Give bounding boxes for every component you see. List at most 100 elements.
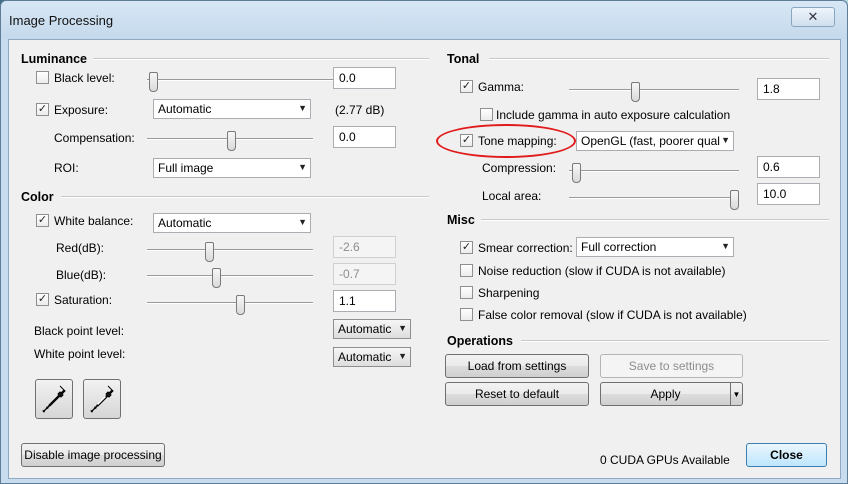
luminance-divider <box>93 58 429 60</box>
white-balance-mode-value: Automatic <box>158 216 212 230</box>
chevron-down-icon: ▼ <box>298 162 307 172</box>
black-level-checkbox[interactable] <box>36 71 49 84</box>
compression-input[interactable]: 0.6 <box>757 156 820 178</box>
checkmark-icon: ✓ <box>461 80 472 92</box>
black-point-label: Black point level: <box>34 324 125 338</box>
dialog-client-area: Luminance Black level: 0.0 ✓ Exposure: A… <box>8 39 841 479</box>
tonal-divider <box>489 58 829 60</box>
cuda-status-text: 0 CUDA GPUs Available <box>600 453 730 467</box>
include-gamma-checkbox[interactable] <box>480 108 493 121</box>
red-db-label: Red(dB): <box>56 241 105 255</box>
gamma-input[interactable]: 1.8 <box>757 78 820 100</box>
exposure-label: Exposure: <box>54 103 109 117</box>
chevron-down-icon: ▼ <box>298 103 307 113</box>
local-area-slider-thumb[interactable] <box>730 190 739 210</box>
operations-divider <box>521 340 829 342</box>
red-db-slider-thumb[interactable] <box>205 242 214 262</box>
white-point-picker-button[interactable] <box>83 379 121 419</box>
saturation-input[interactable]: 1.1 <box>333 290 396 312</box>
white-balance-mode-select[interactable]: Automatic ▼ <box>153 213 311 233</box>
close-icon: ✕ <box>807 9 819 24</box>
black-point-picker-button[interactable] <box>35 379 73 419</box>
color-divider <box>61 196 429 198</box>
checkmark-icon: ✓ <box>37 214 48 226</box>
red-db-input: -2.6 <box>333 236 396 258</box>
compensation-input[interactable]: 0.0 <box>333 126 396 148</box>
blue-db-label: Blue(dB): <box>56 268 107 282</box>
tone-mapping-mode-select[interactable]: OpenGL (fast, poorer qual ▼ <box>576 131 734 151</box>
tone-mapping-checkbox[interactable]: ✓ <box>460 134 473 147</box>
color-section-title: Color <box>21 190 54 204</box>
smear-correction-checkbox[interactable]: ✓ <box>460 241 473 254</box>
blue-db-slider-thumb[interactable] <box>212 268 221 288</box>
eyedropper-black-icon <box>42 385 66 413</box>
include-gamma-label: Include gamma in auto exposure calculati… <box>496 108 731 122</box>
blue-db-input: -0.7 <box>333 263 396 285</box>
smear-correction-value: Full correction <box>581 240 657 254</box>
luminance-section-title: Luminance <box>21 52 87 66</box>
title-bar[interactable]: Image Processing ✕ <box>1 1 847 39</box>
image-processing-window: Image Processing ✕ Luminance Black level… <box>0 0 848 484</box>
black-level-slider[interactable] <box>147 72 333 92</box>
roi-value: Full image <box>158 161 214 175</box>
black-level-input[interactable]: 0.0 <box>333 67 396 89</box>
noise-reduction-label: Noise reduction (slow if CUDA is not ava… <box>478 264 726 278</box>
saturation-slider[interactable] <box>147 295 313 315</box>
close-button[interactable]: Close <box>746 443 827 467</box>
compression-label: Compression: <box>482 161 557 175</box>
white-balance-label: White balance: <box>54 214 134 228</box>
false-color-removal-checkbox[interactable] <box>460 308 473 321</box>
black-level-label: Black level: <box>54 71 115 85</box>
compression-slider-thumb[interactable] <box>572 163 581 183</box>
red-db-slider[interactable] <box>147 242 313 262</box>
load-from-settings-button[interactable]: Load from settings <box>445 354 589 378</box>
apply-button[interactable]: Apply <box>600 382 731 406</box>
gamma-slider[interactable] <box>569 82 739 102</box>
black-point-value: Automatic <box>338 322 392 336</box>
noise-reduction-checkbox[interactable] <box>460 264 473 277</box>
sharpening-label: Sharpening <box>478 286 540 300</box>
blue-db-slider[interactable] <box>147 268 313 288</box>
exposure-mode-select[interactable]: Automatic ▼ <box>153 99 311 119</box>
misc-divider <box>481 219 829 221</box>
compensation-slider[interactable] <box>147 131 313 151</box>
white-balance-checkbox[interactable]: ✓ <box>36 214 49 227</box>
local-area-input[interactable]: 10.0 <box>757 183 820 205</box>
misc-section-title: Misc <box>447 213 475 227</box>
smear-correction-label: Smear correction: <box>478 241 573 255</box>
compression-slider[interactable] <box>569 163 739 183</box>
white-point-select[interactable]: Automatic ▼ <box>333 347 411 367</box>
gamma-slider-thumb[interactable] <box>631 82 640 102</box>
checkmark-icon: ✓ <box>461 134 472 146</box>
white-point-label: White point level: <box>34 347 126 361</box>
apply-dropdown-button[interactable]: ▼ <box>730 382 743 406</box>
save-to-settings-button: Save to settings <box>600 354 743 378</box>
sharpening-checkbox[interactable] <box>460 286 473 299</box>
white-point-value: Automatic <box>338 350 392 364</box>
false-color-removal-label: False color removal (slow if CUDA is not… <box>478 308 747 322</box>
checkmark-icon: ✓ <box>37 103 48 115</box>
exposure-checkbox[interactable]: ✓ <box>36 103 49 116</box>
chevron-down-icon: ▼ <box>398 351 407 361</box>
operations-section-title: Operations <box>447 334 513 348</box>
roi-select[interactable]: Full image ▼ <box>153 158 311 178</box>
disable-image-processing-button[interactable]: Disable image processing <box>21 443 165 467</box>
black-level-slider-thumb[interactable] <box>149 72 158 92</box>
eyedropper-white-icon <box>90 385 114 413</box>
saturation-slider-thumb[interactable] <box>236 295 245 315</box>
compensation-slider-thumb[interactable] <box>227 131 236 151</box>
chevron-down-icon: ▼ <box>721 135 730 145</box>
local-area-slider[interactable] <box>569 190 739 210</box>
saturation-checkbox[interactable]: ✓ <box>36 293 49 306</box>
gamma-label: Gamma: <box>478 80 525 94</box>
black-point-select[interactable]: Automatic ▼ <box>333 319 411 339</box>
exposure-mode-value: Automatic <box>158 102 212 116</box>
window-close-button[interactable]: ✕ <box>791 7 835 27</box>
roi-label: ROI: <box>54 161 79 175</box>
exposure-db-readout: (2.77 dB) <box>335 103 385 117</box>
window-title: Image Processing <box>9 13 114 28</box>
gamma-checkbox[interactable]: ✓ <box>460 80 473 93</box>
smear-correction-select[interactable]: Full correction ▼ <box>576 237 734 257</box>
saturation-label: Saturation: <box>54 293 113 307</box>
reset-to-default-button[interactable]: Reset to default <box>445 382 589 406</box>
